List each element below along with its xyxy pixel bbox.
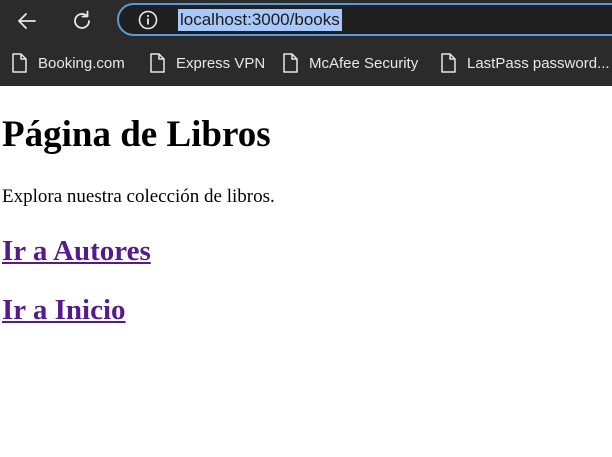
page-icon [283, 53, 298, 73]
bookmark-express-vpn[interactable]: Express VPN [149, 51, 265, 75]
reload-icon [74, 10, 90, 29]
page-title: Página de Libros [2, 114, 271, 155]
bookmark-label: Express VPN [176, 54, 266, 72]
address-bar[interactable]: localhost:3000/books [117, 3, 612, 36]
info-icon [138, 10, 158, 30]
browser-chrome: localhost:3000/books Booking.com Express… [0, 0, 612, 86]
page-icon [441, 53, 456, 73]
bookmark-label: McAfee Security [309, 54, 419, 72]
home-link[interactable]: Ir a Inicio [2, 292, 126, 328]
bookmark-lastpass[interactable]: LastPass password... [440, 51, 610, 75]
reload-button[interactable] [68, 7, 96, 35]
browser-toolbar: localhost:3000/books [0, 0, 612, 42]
bookmark-label: LastPass password... [467, 54, 610, 72]
back-arrow-icon [18, 13, 36, 29]
bookmark-label: Booking.com [38, 54, 125, 72]
bookmark-booking[interactable]: Booking.com [11, 51, 125, 75]
page-icon [150, 53, 165, 73]
url-text[interactable]: localhost:3000/books [178, 9, 342, 31]
authors-link[interactable]: Ir a Autores [2, 233, 151, 269]
page-content: Página de Libros Explora nuestra colecci… [0, 86, 612, 457]
site-info-button[interactable] [138, 10, 158, 30]
back-button[interactable] [13, 7, 41, 35]
page-description: Explora nuestra colección de libros. [2, 186, 275, 207]
bookmark-mcafee-security[interactable]: McAfee Security [282, 51, 418, 75]
page-icon [12, 53, 27, 73]
bookmarks-bar: Booking.com Express VPN McAfee Security … [0, 44, 612, 82]
